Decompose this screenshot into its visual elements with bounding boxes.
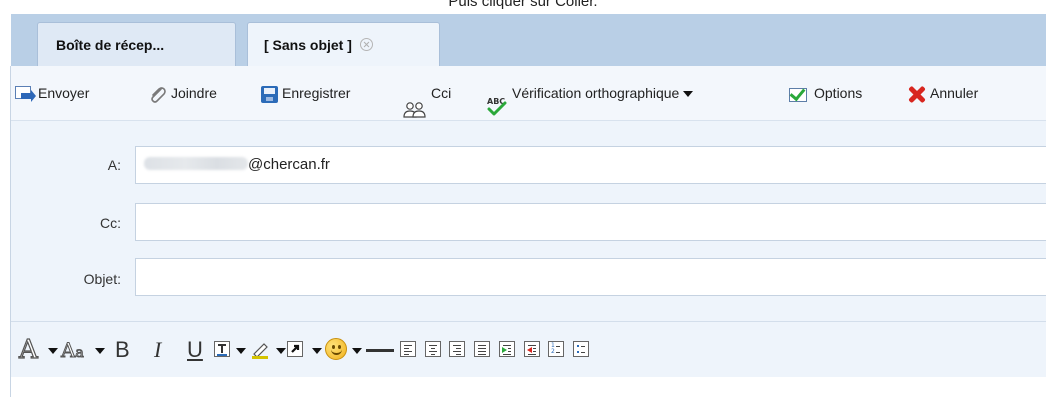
horizontal-rule-icon[interactable]	[366, 349, 394, 352]
subject-field[interactable]	[135, 258, 1046, 296]
chevron-down-icon[interactable]	[683, 91, 694, 98]
send-button[interactable]: Envoyer	[15, 66, 89, 120]
indent-icon[interactable]	[499, 341, 515, 357]
tab-inbox-label: Boîte de récep...	[56, 37, 165, 53]
bullet-list-icon[interactable]	[573, 341, 589, 357]
tab-bar: Boîte de récep... [ Sans objet ]	[11, 14, 1046, 67]
options-label: Options	[814, 85, 863, 101]
outdent-icon[interactable]	[524, 341, 540, 357]
bold-button[interactable]: B	[115, 322, 130, 378]
instruction-text: Puis cliquer sur Coller.	[448, 0, 598, 10]
font-size-icon: A	[60, 338, 76, 363]
floppy-disk-icon	[261, 85, 278, 103]
italic-icon: I	[154, 337, 162, 362]
redacted-name	[144, 157, 248, 170]
underline-button[interactable]: U	[187, 322, 203, 378]
to-field[interactable]: @chercan.fr	[135, 146, 1046, 184]
spellcheck-label: Vérification orthographique	[512, 85, 680, 101]
cc-field[interactable]	[135, 203, 1046, 241]
abc-check-icon: ABC	[486, 84, 508, 116]
users-icon	[403, 86, 427, 118]
bcc-label: Cci	[431, 85, 452, 101]
attach-label: Joindre	[171, 85, 217, 101]
chevron-down-icon[interactable]	[236, 348, 246, 354]
cancel-label: Annuler	[930, 85, 979, 101]
checkbox-icon	[789, 84, 810, 103]
align-right-icon[interactable]	[449, 341, 465, 357]
send-label: Envoyer	[38, 85, 90, 101]
font-icon: A	[18, 334, 38, 365]
save-label: Enregistrer	[282, 85, 351, 101]
tab-inbox[interactable]: Boîte de récep...	[37, 22, 236, 66]
justify-icon[interactable]	[474, 341, 490, 357]
align-center-icon[interactable]	[425, 341, 441, 357]
bold-icon: B	[115, 337, 130, 362]
save-button[interactable]: Enregistrer	[261, 66, 350, 120]
tab-compose[interactable]: [ Sans objet ]	[247, 22, 440, 67]
to-label: A:	[107, 157, 121, 173]
attach-button[interactable]: Joindre	[148, 66, 217, 120]
chevron-down-icon[interactable]	[312, 348, 322, 354]
send-icon	[15, 85, 36, 103]
chevron-down-icon[interactable]	[276, 348, 286, 354]
italic-button[interactable]: I	[154, 322, 161, 378]
font-size-button[interactable]: Aa	[60, 322, 84, 378]
text-format-icon[interactable]	[214, 341, 230, 357]
link-icon[interactable]	[287, 341, 303, 357]
close-tab-icon[interactable]	[359, 38, 373, 51]
red-x-icon	[908, 85, 926, 103]
underline-icon: U	[187, 337, 203, 362]
paperclip-icon	[148, 85, 167, 104]
cc-label: Cc:	[100, 215, 121, 231]
subject-label: Objet:	[83, 271, 121, 287]
chevron-down-icon[interactable]	[352, 348, 362, 354]
compose-header-form: A: @chercan.fr Cc: Objet:	[11, 121, 1046, 321]
tab-compose-label: [ Sans objet ]	[264, 37, 352, 53]
compose-toolbar: Envoyer Joindre Enregistrer Cci ABC Véri…	[11, 66, 1046, 121]
spellcheck-button[interactable]: ABC Vérification orthographique	[486, 66, 694, 120]
format-toolbar: A Aa B I U 12	[11, 321, 1046, 378]
numbered-list-icon[interactable]: 12	[548, 341, 564, 357]
cancel-button[interactable]: Annuler	[908, 66, 978, 120]
chevron-down-icon[interactable]	[95, 348, 105, 354]
highlighter-icon[interactable]	[251, 339, 271, 359]
to-value: @chercan.fr	[248, 156, 330, 173]
instruction-caption: Puis cliquer sur Coller.	[0, 0, 1046, 14]
font-family-button[interactable]: A	[18, 322, 38, 378]
chevron-down-icon[interactable]	[48, 348, 58, 354]
bcc-button[interactable]: Cci	[403, 66, 451, 120]
message-body-editor[interactable]	[11, 377, 1046, 397]
smiley-icon[interactable]	[325, 338, 347, 360]
options-button[interactable]: Options	[789, 66, 862, 120]
align-left-icon[interactable]	[400, 341, 416, 357]
